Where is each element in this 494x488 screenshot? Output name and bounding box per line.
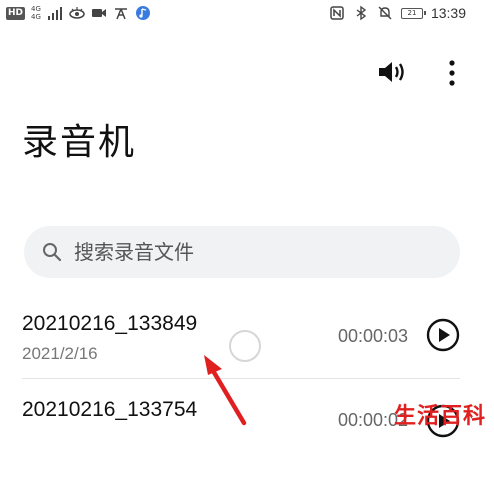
hd-badge: HD xyxy=(6,6,26,20)
bluetooth-icon xyxy=(356,5,367,21)
recording-name: 20210216_133849 xyxy=(22,312,198,335)
recording-duration: 00:00:03 xyxy=(338,326,409,346)
notification-app-icon xyxy=(114,8,127,20)
status-bar-left: HD 4G 4G xyxy=(6,4,151,22)
nfc-icon xyxy=(330,6,344,20)
recording-date: 2021/2/16 xyxy=(22,344,98,363)
status-bar-right: 21 13:39 xyxy=(329,4,466,22)
search-bar[interactable] xyxy=(24,226,460,278)
battery-icon: 21 xyxy=(400,7,426,19)
more-vertical-icon[interactable] xyxy=(440,58,464,88)
play-icon[interactable] xyxy=(426,318,460,352)
search-input[interactable] xyxy=(74,238,434,266)
page-title: 录音机 xyxy=(22,122,137,163)
network-tag-top: 4G xyxy=(31,5,41,13)
search-icon xyxy=(43,243,62,262)
mute-bell-icon xyxy=(378,6,392,20)
signal-icon xyxy=(47,7,62,20)
network-tag-bottom: 4G xyxy=(31,13,41,21)
music-app-icon xyxy=(135,6,150,20)
status-bar: HD 4G 4G 21 13:39 xyxy=(0,0,494,28)
video-icon xyxy=(91,9,106,17)
recording-name: 20210216_133754 xyxy=(22,398,198,421)
status-time: 13:39 xyxy=(430,5,466,21)
network-tag: 4G 4G xyxy=(31,5,41,21)
eye-icon xyxy=(69,7,85,19)
annotation-arrow-icon xyxy=(204,355,247,426)
watermark: 生活百科 xyxy=(393,404,486,429)
speaker-icon[interactable] xyxy=(377,57,409,87)
